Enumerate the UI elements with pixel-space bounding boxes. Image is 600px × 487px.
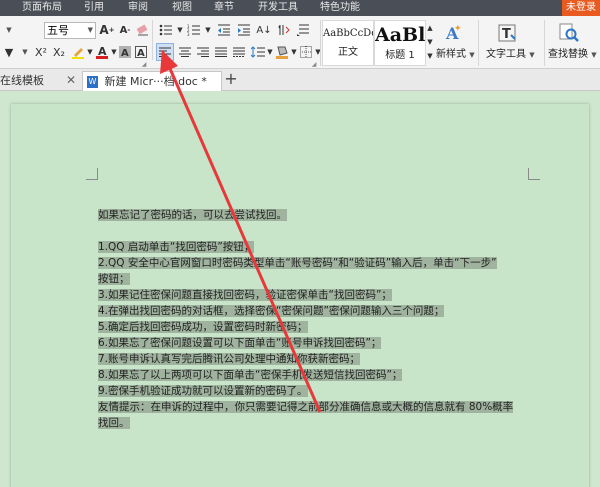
- annotation-arrow: [160, 50, 322, 413]
